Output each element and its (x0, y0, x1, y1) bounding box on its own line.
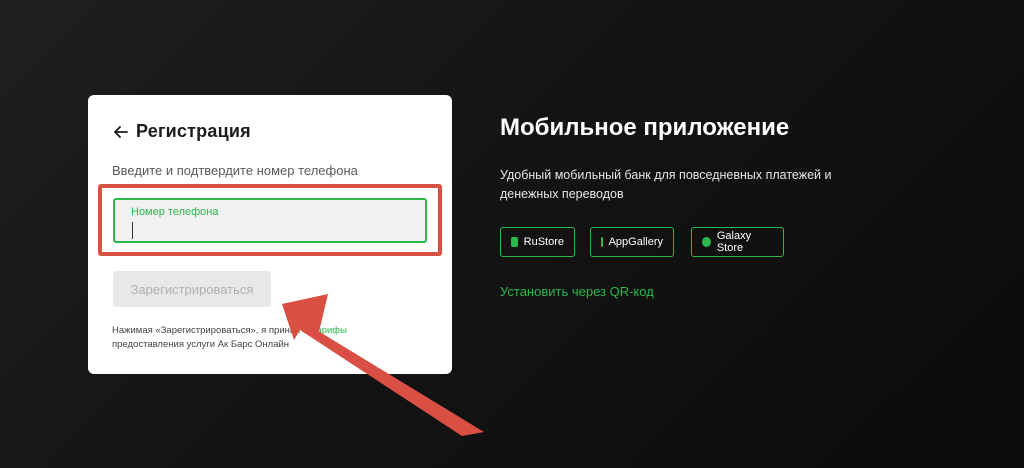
phone-input[interactable] (131, 222, 411, 240)
terms-text: Нажимая «Зарегистрироваться», я приниа и… (112, 324, 432, 351)
galaxy-store-label: Galaxy Store (716, 230, 752, 254)
appgallery-icon (601, 237, 603, 247)
appgallery-button[interactable]: AppGallery (590, 227, 674, 257)
card-header: Регистрация (112, 121, 251, 142)
promo-description: Удобный мобильный банк для повседневных … (500, 168, 832, 201)
galaxy-store-button[interactable]: Galaxy Store (691, 227, 784, 257)
back-arrow-icon[interactable] (112, 123, 130, 141)
rustore-label: RuStore (523, 236, 564, 248)
terms-suffix: предоставления услуги Ак Барс Онлайн (112, 338, 290, 350)
registration-card: Регистрация Введите и подтвердите номер … (88, 95, 452, 374)
terms-and: и (300, 325, 312, 336)
rustore-button[interactable]: RuStore (500, 227, 575, 257)
promo-title: Мобильное приложение (500, 114, 790, 141)
rustore-icon (511, 237, 518, 247)
page-title: Регистрация (136, 121, 251, 141)
appgallery-label: AppGallery (608, 236, 663, 248)
terms-prefix: Нажимая «Зарегистрироваться», я прини (112, 325, 296, 336)
phone-field-label: Номер телефона (131, 206, 219, 218)
phone-field[interactable]: Номер телефона (113, 198, 427, 243)
register-button[interactable]: Зарегистрироваться (113, 271, 271, 307)
terms-link-tariffs[interactable]: Тарифы (311, 325, 347, 336)
galaxy-store-icon (702, 237, 711, 247)
text-caret (132, 222, 133, 239)
qr-install-link[interactable]: Установить через QR-код (500, 284, 654, 299)
phone-instruction: Введите и подтвердите номер телефона (112, 163, 358, 178)
